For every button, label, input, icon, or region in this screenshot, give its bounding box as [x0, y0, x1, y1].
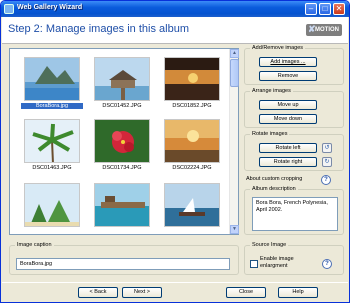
close-button[interactable]: Close	[226, 287, 266, 298]
image-grid[interactable]: BoraBora.jpg DSC01452.JPG DSC01852.JPG D…	[9, 48, 239, 235]
arrange-group: Arrange images Move up Move down	[244, 88, 344, 128]
next-button[interactable]: Next >	[122, 287, 162, 298]
source-image-label: Source Image	[250, 242, 289, 248]
rotate-right-button[interactable]: Rotate right	[259, 157, 317, 167]
add-images-button[interactable]: Add images ...	[259, 57, 317, 67]
wizard-window: Web Gallery Wizard – □ ✕ Step 2: Manage …	[0, 0, 350, 303]
thumbnail-dsc01852[interactable]	[164, 57, 220, 101]
thumbnail-dsc01452[interactable]	[94, 57, 150, 101]
wizard-header: Step 2: Manage images in this album ✘ MOT…	[2, 17, 348, 44]
image-caption-group: Image caption BoraBora.jpg	[9, 242, 239, 275]
thumbnail-dsc02224[interactable]	[164, 119, 220, 163]
rotate-right-icon[interactable]: ↻	[322, 157, 332, 167]
app-icon	[4, 4, 14, 14]
rotate-left-icon[interactable]: ↺	[322, 143, 332, 153]
back-button[interactable]: < Back	[78, 287, 118, 298]
image-caption-input[interactable]: BoraBora.jpg	[16, 258, 230, 270]
thumbnail-row3-3[interactable]	[164, 183, 220, 227]
logo-mark-icon: ✘	[308, 24, 316, 34]
album-description-label: Album description	[250, 186, 298, 192]
image-caption-label: Image caption	[15, 242, 54, 248]
scroll-down-icon[interactable]: ▼	[230, 225, 239, 234]
title-bar: Web Gallery Wizard – □ ✕	[1, 1, 349, 17]
thumbnail-borabora[interactable]	[24, 57, 80, 101]
move-down-button[interactable]: Move down	[259, 114, 317, 124]
motion-logo: ✘ MOTION	[306, 24, 342, 36]
maximize-button[interactable]: □	[319, 3, 331, 15]
scroll-thumb[interactable]	[230, 59, 239, 87]
caption-dsc01852[interactable]: DSC01852.JPG	[161, 103, 223, 109]
cropping-help-icon[interactable]: ?	[321, 175, 331, 185]
source-image-group: Source Image Enable image enlargment ?	[244, 242, 344, 275]
rotate-left-button[interactable]: Rotate left	[259, 143, 317, 153]
thumbnail-scrollbar[interactable]: ▲ ▼	[229, 49, 239, 234]
move-up-button[interactable]: Move up	[259, 100, 317, 110]
window-title: Web Gallery Wizard	[17, 4, 83, 11]
thumbnail-dsc01463[interactable]	[24, 119, 80, 163]
caption-dsc01734[interactable]: DSC01734.JPG	[91, 165, 153, 171]
album-description-group: Album description Bora Bora, French Poly…	[244, 186, 344, 235]
caption-dsc02224[interactable]: DSC02224.JPG	[161, 165, 223, 171]
help-button[interactable]: Help	[278, 287, 318, 298]
remove-button[interactable]: Remove	[259, 71, 317, 81]
thumbnail-dsc01734[interactable]	[94, 119, 150, 163]
thumbnail-row3-2[interactable]	[94, 183, 150, 227]
wizard-footer: < Back Next > Close Help	[2, 282, 348, 302]
close-window-button[interactable]: ✕	[333, 3, 345, 15]
enable-enlargement-label: Enable image enlargment	[260, 256, 294, 269]
scroll-up-icon[interactable]: ▲	[230, 49, 239, 58]
minimize-button[interactable]: –	[305, 3, 317, 15]
arrange-label: Arrange images	[250, 88, 293, 94]
enable-enlargement-checkbox[interactable]	[250, 260, 258, 268]
source-image-help-icon[interactable]: ?	[322, 259, 332, 269]
add-remove-label: Add/Remove images	[250, 45, 306, 51]
rotate-label: Rotate images	[250, 131, 290, 137]
caption-dsc01452[interactable]: DSC01452.JPG	[91, 103, 153, 109]
rotate-group: Rotate images Rotate left ↺ Rotate right…	[244, 131, 344, 171]
caption-borabora[interactable]: BoraBora.jpg	[21, 103, 83, 109]
step-title: Step 2: Manage images in this album	[8, 23, 189, 35]
custom-cropping-label: About custom cropping	[246, 176, 303, 182]
album-description-field[interactable]: Bora Bora, French Polynesia, April 2002.	[252, 197, 338, 231]
thumbnail-row3-1[interactable]	[24, 183, 80, 227]
add-remove-group: Add/Remove images Add images ... Remove	[244, 45, 344, 85]
caption-dsc01463[interactable]: DSC01463.JPG	[21, 165, 83, 171]
